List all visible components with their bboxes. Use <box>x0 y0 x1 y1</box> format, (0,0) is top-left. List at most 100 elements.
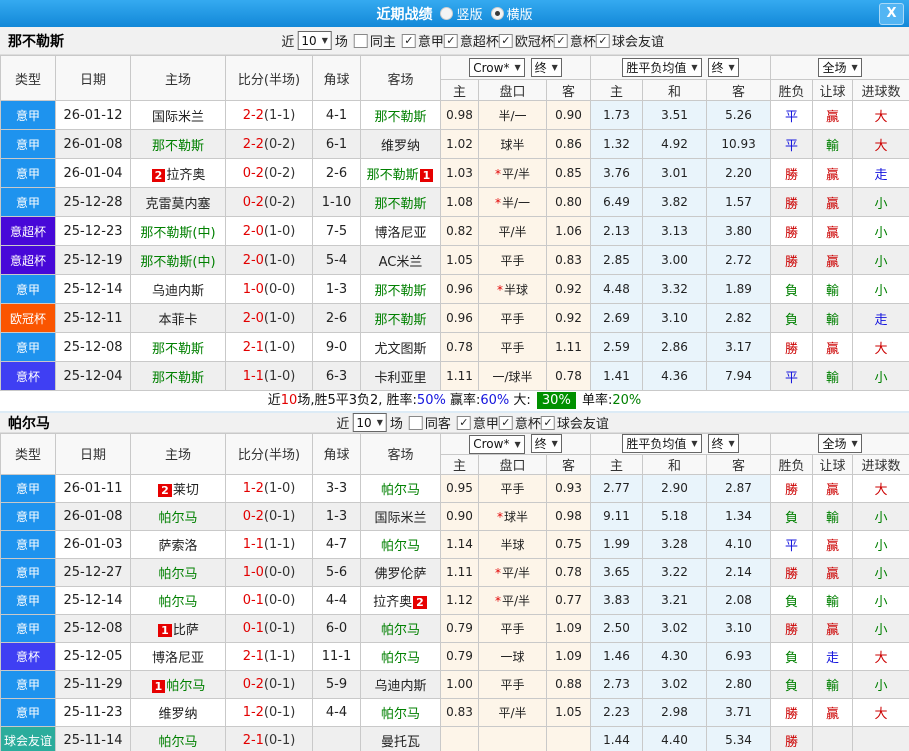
recent-count-select[interactable]: 10 ▼ <box>297 31 332 50</box>
recent-count-select[interactable]: 10 ▼ <box>352 413 387 432</box>
odds-away-cell: 1.06 <box>545 216 592 246</box>
home-team-cell: 那不勒斯(中) <box>130 216 226 246</box>
avg-time-select[interactable]: 终 ▼ <box>707 434 739 454</box>
odds-time-select[interactable]: 终 ▼ <box>530 57 562 77</box>
handicap-text: 平手 <box>500 481 525 496</box>
odds-away-cell: 0.92 <box>545 274 592 304</box>
avg-draw-cell: 3.02 <box>642 669 708 699</box>
odds-home-cell: 0.96 <box>440 274 479 304</box>
table-row: 意甲 26-01-12 国际米兰 2-2(1-1) 4-1 那不勒斯 0.98 半/一 0.90… <box>0 100 909 130</box>
games-label: 场 <box>389 417 403 432</box>
result-wdl-cell: 負 <box>770 274 814 304</box>
league-checkbox[interactable]: ✓ <box>540 415 555 430</box>
result-goals-cell: 大 <box>852 641 909 671</box>
odds-time-select[interactable]: 终 ▼ <box>530 434 562 453</box>
league-checkbox[interactable]: ✓ <box>498 415 513 430</box>
team-link: 国际米兰 <box>151 109 204 125</box>
away-team-cell: 那不勒斯 <box>360 274 441 304</box>
avg-time-select[interactable]: 终 ▼ <box>707 58 739 77</box>
result-wdl-cell: 勝 <box>770 216 814 246</box>
close-button[interactable]: X <box>879 3 904 25</box>
avg-home-cell: 3.65 <box>590 557 644 587</box>
horizontal-radio-icon[interactable] <box>490 7 504 20</box>
fulltime-score: 2-1 <box>242 732 264 748</box>
table-row: 意甲 25-11-29 1 帕尔马 0-2(0-1) 5-9 乌迪内斯 1.00 平手 0.88 2… <box>0 669 909 699</box>
team-link: 那不勒斯 <box>151 370 204 386</box>
vertical-layout-option[interactable]: 竖版 <box>440 4 483 23</box>
table-row: 意甲 26-01-11 2 莱切 1-2(1-0) 3-3 帕尔马 0.95 平手 0.93 2.7… <box>0 473 909 503</box>
same-venue-checkbox[interactable] <box>408 415 423 430</box>
team-name: 那不勒斯 <box>8 33 64 50</box>
corners-cell: 9-0 <box>312 332 361 362</box>
league-label: 球会友谊 <box>556 417 609 432</box>
same-venue-label: 同客 <box>424 417 451 432</box>
handicap-text: 半球 <box>503 282 528 297</box>
result-handicap-cell: 贏 <box>812 332 854 362</box>
home-team-cell: 帕尔马 <box>130 725 226 751</box>
period-select[interactable]: 全场 ▼ <box>818 434 862 454</box>
handicap-cell: 半/一 <box>478 100 547 130</box>
avg-odds-select[interactable]: 胜平负均值 ▼ <box>622 58 702 77</box>
sub-column-header: 和 <box>642 79 708 101</box>
odds-company-select[interactable]: Crow* ▼ <box>469 58 525 78</box>
sub-column-header: 和 <box>642 453 708 475</box>
same-venue-checkbox[interactable] <box>353 33 368 48</box>
avg-away-cell: 3.71 <box>706 697 772 727</box>
column-header: 主场 <box>130 433 226 475</box>
odds-home-cell: 1.08 <box>440 187 479 217</box>
team-link: 博洛尼亚 <box>151 650 204 666</box>
match-date-cell: 25-11-14 <box>55 725 131 751</box>
match-type-cell: 意杯 <box>0 641 56 671</box>
table-row: 意甲 25-12-14 帕尔马 0-1(0-0) 4-4 拉齐奥 2 1.12 *平/半 0.77… <box>0 585 909 615</box>
league-checkbox[interactable]: ✓ <box>553 33 568 48</box>
odds-away-cell: 1.11 <box>545 332 592 362</box>
away-team-cell: 卡利亚里 <box>360 361 441 391</box>
team-link: 帕尔马 <box>158 734 198 750</box>
fulltime-score: 0-1 <box>242 592 264 608</box>
vertical-radio-label: 竖版 <box>456 8 483 23</box>
recent-results-panel: 近期战绩 竖版 横版 X 那不勒斯近 10 ▼ 场同主 ✓ 意甲 ✓ 意超杯 ✓ 欧冠杯 ✓ 意杯 ✓ 球… <box>0 0 909 751</box>
odds-away-cell: 0.77 <box>545 585 592 615</box>
league-checkbox[interactable]: ✓ <box>498 33 513 48</box>
odds-company-select[interactable]: Crow* ▼ <box>469 434 525 454</box>
chevron-down-icon: ▼ <box>728 439 735 449</box>
odds-home-cell: 0.79 <box>440 641 479 671</box>
home-team-cell: 国际米兰 <box>130 100 226 130</box>
avg-away-cell: 2.72 <box>706 245 772 275</box>
match-date-cell: 26-01-03 <box>55 529 131 559</box>
summary-text: 场,胜5平3负2, 胜率: <box>297 393 417 408</box>
score-cell: 2-1(1-0) <box>225 332 313 362</box>
odds-company-header: Crow* ▼ 终 ▼ <box>439 55 592 80</box>
chevron-down-icon: ▼ <box>551 439 558 448</box>
team-link: 尤文图斯 <box>374 341 427 357</box>
handicap-text: 一/球半 <box>492 369 533 384</box>
horizontal-layout-option[interactable]: 横版 <box>490 4 533 23</box>
odds-away-cell <box>545 725 592 751</box>
odds-home-cell: 1.02 <box>440 129 479 159</box>
match-filters: 近 10 ▼ 场同主 ✓ 意甲 ✓ 意超杯 ✓ 欧冠杯 ✓ 意杯 ✓ 球会友谊 <box>281 31 664 50</box>
table-row: 意甲 26-01-08 那不勒斯 2-2(0-2) 6-1 维罗纳 1.02 球半 0.86 1.… <box>0 129 909 159</box>
result-goals-cell: 大 <box>852 697 909 727</box>
avg-odds-select[interactable]: 胜平负均值 ▼ <box>622 434 702 454</box>
match-date-cell: 25-12-11 <box>55 303 131 333</box>
match-date-cell: 25-12-23 <box>55 216 131 246</box>
league-label: 欧冠杯 <box>514 35 554 50</box>
recent-label: 近 <box>281 35 295 50</box>
home-team-cell: 博洛尼亚 <box>130 641 226 671</box>
halftime-score: (0-2) <box>263 136 296 152</box>
team-link: 那不勒斯 <box>374 283 427 299</box>
match-date-cell: 26-01-08 <box>55 129 131 159</box>
away-team-cell: 那不勒斯 <box>360 187 441 217</box>
avg-away-cell: 5.34 <box>706 725 772 751</box>
league-checkbox[interactable]: ✓ <box>595 33 610 48</box>
match-date-cell: 25-12-28 <box>55 187 131 217</box>
away-team-cell: 那不勒斯 1 <box>360 158 441 188</box>
avg-draw-cell: 3.10 <box>642 303 708 333</box>
league-checkbox[interactable]: ✓ <box>456 415 471 430</box>
avg-away-cell: 4.10 <box>706 529 772 559</box>
period-select[interactable]: 全场 ▼ <box>818 58 862 77</box>
vertical-radio-icon[interactable] <box>440 7 454 20</box>
league-checkbox[interactable]: ✓ <box>443 33 458 48</box>
league-checkbox[interactable]: ✓ <box>401 33 416 48</box>
corners-cell: 1-3 <box>312 501 361 531</box>
